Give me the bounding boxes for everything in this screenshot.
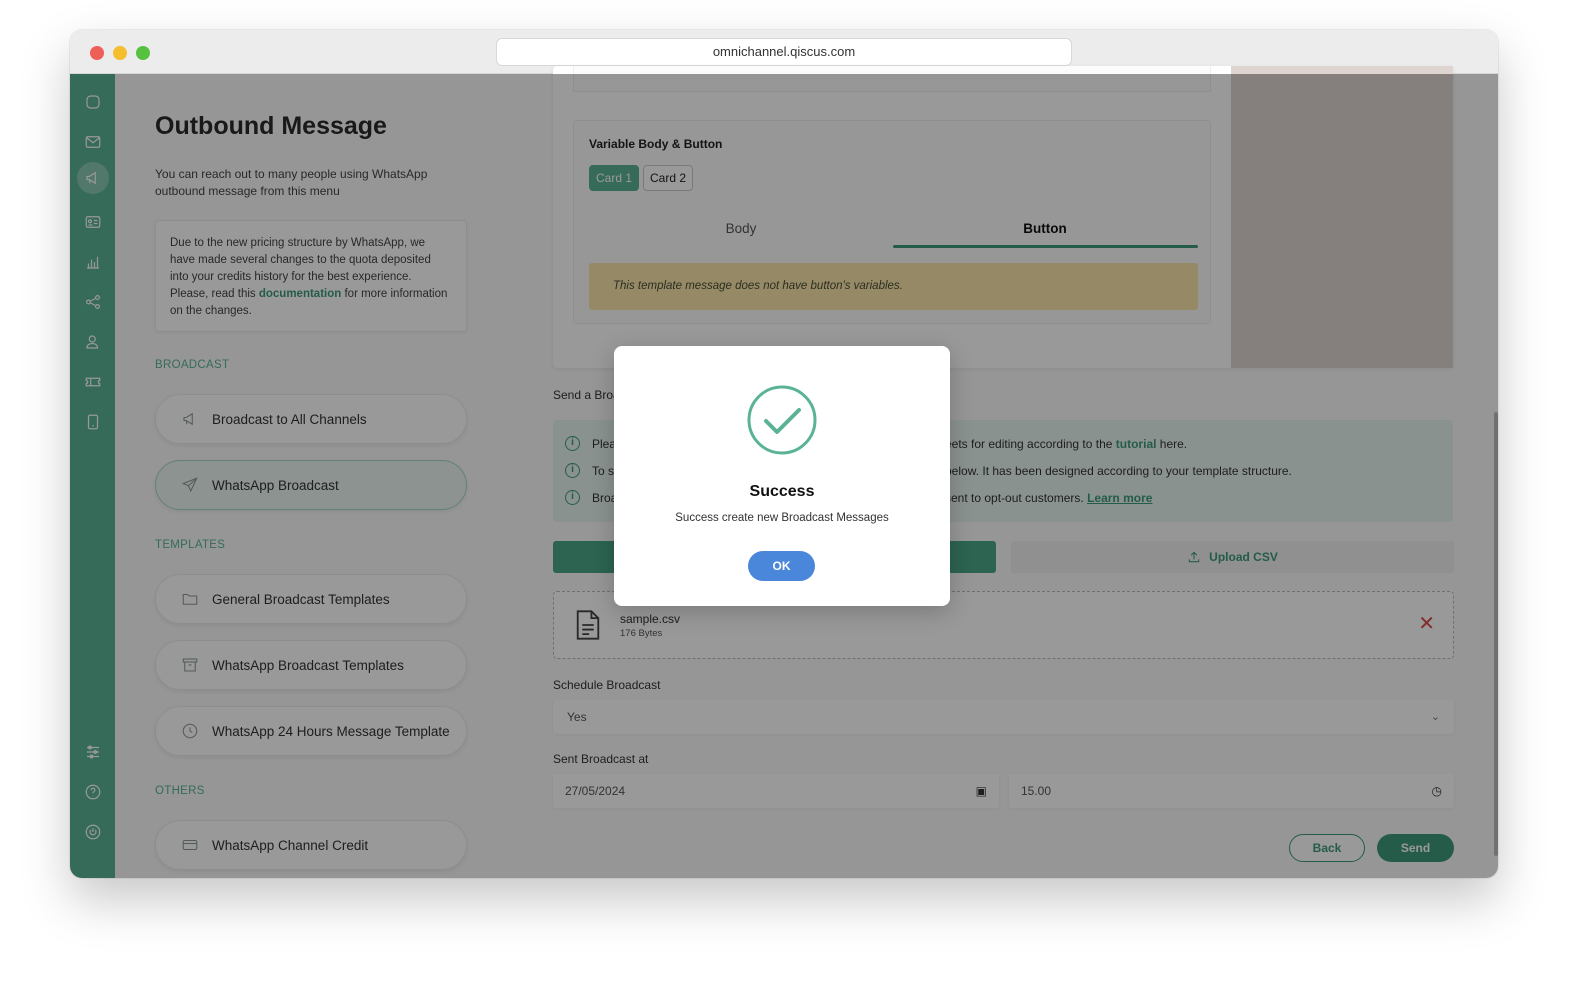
browser-window: omnichannel.qiscus.com Outbound Message … [70,30,1498,878]
minimize-window-button[interactable] [113,46,127,60]
dialog-title: Success [749,483,815,500]
ok-button[interactable]: OK [748,551,815,581]
maximize-window-button[interactable] [136,46,150,60]
success-dialog: Success Success create new Broadcast Mes… [614,346,950,606]
app-content: Outbound Message You can reach out to ma… [70,66,1498,878]
dialog-message: Success create new Broadcast Messages [675,512,889,524]
address-bar[interactable]: omnichannel.qiscus.com [496,38,1072,66]
close-window-button[interactable] [90,46,104,60]
success-check-icon [747,385,817,455]
